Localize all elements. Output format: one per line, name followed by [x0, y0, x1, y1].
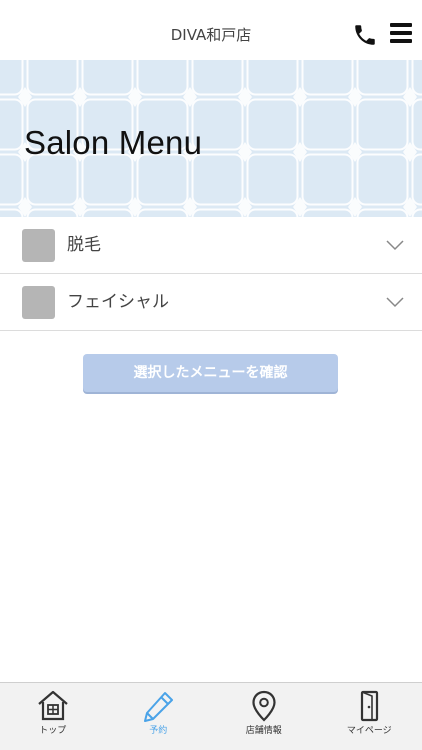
phone-button[interactable] [352, 22, 378, 48]
tab-label: 店舗情報 [245, 726, 282, 736]
chevron-down-icon [386, 297, 404, 308]
banner-title: Salon Menu [24, 124, 203, 161]
pencil-icon [144, 692, 174, 722]
menu-category-list: 脱毛 フェイシャル [0, 217, 422, 331]
location-pin-icon [252, 690, 276, 722]
bottom-tab-bar: トップ 予約 店舗情報 マイページ [0, 682, 422, 750]
tab-label: 予約 [149, 726, 168, 736]
tab-label: トップ [39, 726, 67, 736]
salon-menu-banner: Salon Menu [0, 60, 422, 217]
phone-icon [355, 25, 375, 45]
hamburger-menu-icon [390, 23, 412, 27]
tab-mypage[interactable]: マイページ [317, 683, 422, 750]
door-icon [361, 690, 379, 722]
menu-category-facial[interactable]: フェイシャル [0, 274, 422, 331]
tab-reservation[interactable]: 予約 [106, 683, 212, 750]
category-label: 脱毛 [67, 235, 101, 255]
tab-store-info[interactable]: 店舗情報 [211, 683, 317, 750]
home-icon [38, 690, 68, 721]
app-header: DIVA和戸店 [0, 0, 422, 60]
confirm-selected-menu-button[interactable]: 選択したメニューを確認 [83, 354, 338, 392]
category-thumbnail [22, 286, 55, 319]
tab-label: マイページ [346, 726, 392, 736]
category-label: フェイシャル [67, 292, 169, 312]
tab-top[interactable]: トップ [0, 683, 106, 750]
hamburger-menu-button[interactable] [390, 23, 414, 47]
category-thumbnail [22, 229, 55, 262]
menu-category-hair-removal[interactable]: 脱毛 [0, 217, 422, 274]
chevron-down-icon [386, 240, 404, 251]
